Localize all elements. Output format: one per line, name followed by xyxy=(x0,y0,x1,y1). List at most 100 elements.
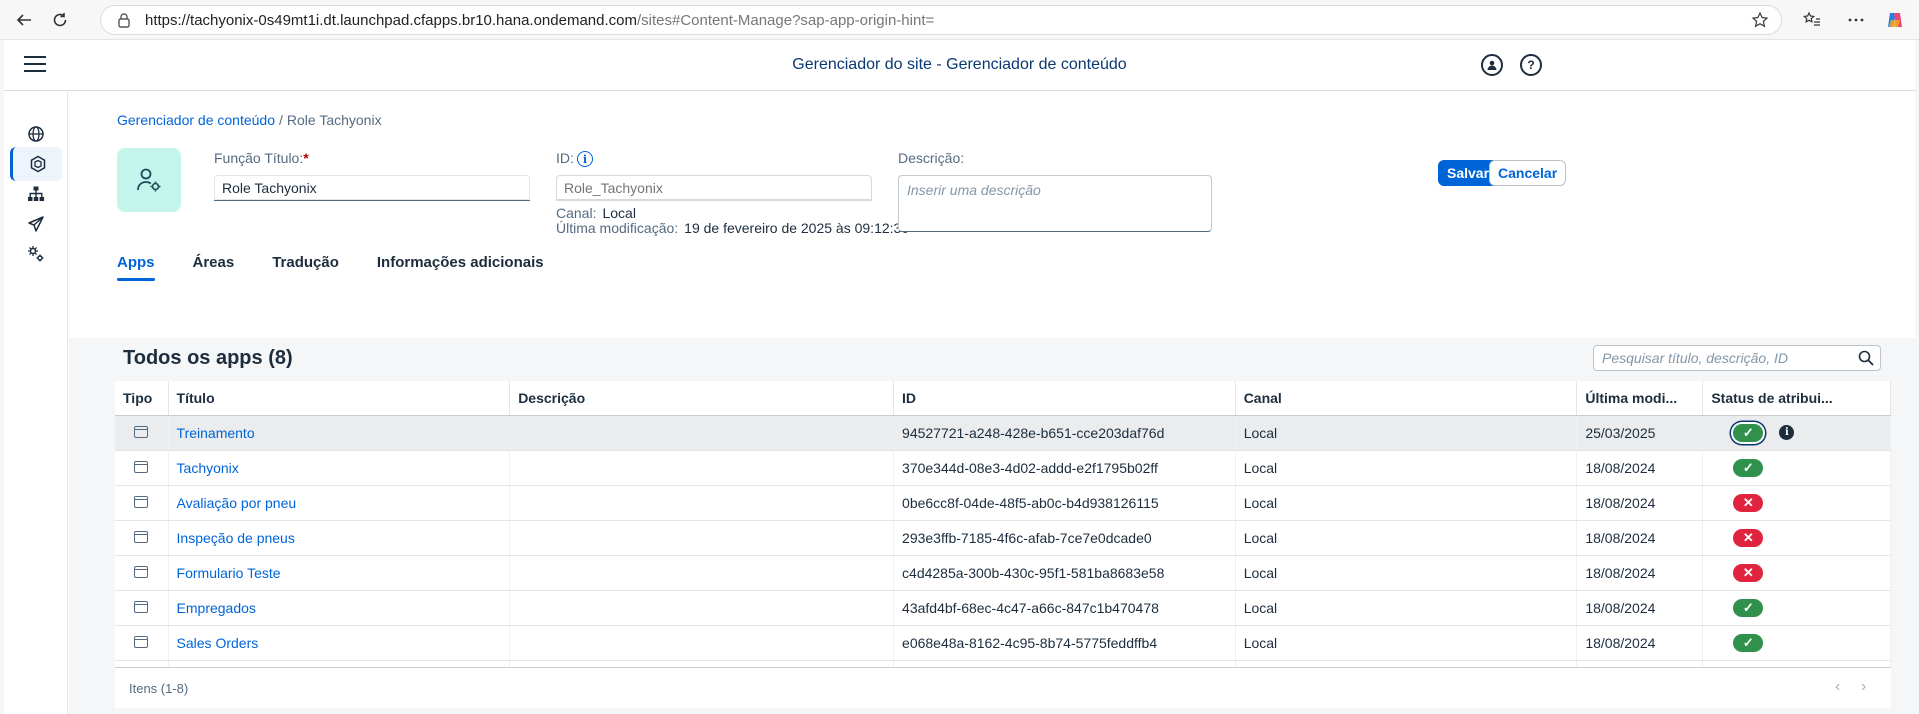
send-icon xyxy=(28,216,44,232)
back-arrow-icon[interactable] xyxy=(12,8,36,32)
next-page-icon[interactable]: › xyxy=(1861,678,1866,696)
table-row[interactable]: Formulario Teste c4d4285a-300b-430c-95f1… xyxy=(115,555,1891,591)
title-label: Função Título:* xyxy=(214,150,309,166)
column-header-channel[interactable]: Canal xyxy=(1235,381,1578,416)
app-type-icon xyxy=(134,425,149,438)
app-description xyxy=(509,625,895,661)
copilot-icon[interactable] xyxy=(1883,8,1907,32)
content-area: Gerenciador de conteúdo / Role Tachyonix F… xyxy=(69,92,1915,714)
table-row[interactable]: Inspeção de pneus 293e3ffb-7185-4f6c-afa… xyxy=(115,520,1891,556)
favorite-star-icon[interactable] xyxy=(1751,11,1769,29)
column-header-status[interactable]: Status de atribui... xyxy=(1702,381,1891,416)
tab-translation[interactable]: Tradução xyxy=(272,254,339,281)
table-row[interactable]: Sales Orders e068e48a-8162-4c95-8b74-577… xyxy=(115,625,1891,661)
table-header-row: Tipo Título Descrição ID Canal Última mo… xyxy=(115,381,1891,416)
status-info-icon[interactable]: i xyxy=(1779,425,1795,441)
tab-apps[interactable]: Apps xyxy=(117,254,155,281)
side-item-provider-manager[interactable] xyxy=(10,177,62,211)
channel-meta: Canal: Local xyxy=(556,205,636,221)
app-type-icon xyxy=(134,530,149,543)
app-channel: Local xyxy=(1235,450,1578,486)
channel-value: Local xyxy=(602,205,636,221)
app-title-link[interactable]: Formulario Teste xyxy=(168,555,511,591)
assignment-toggle-off[interactable]: ✕ xyxy=(1733,493,1764,512)
previous-page-icon[interactable]: ‹ xyxy=(1835,678,1840,696)
app-title-link[interactable]: Avaliação por pneu xyxy=(168,485,511,521)
app-description xyxy=(509,485,895,521)
tab-areas[interactable]: Áreas xyxy=(193,254,235,281)
column-header-description[interactable]: Descrição xyxy=(509,381,895,416)
app-channel: Local xyxy=(1235,590,1578,626)
column-header-type[interactable]: Tipo xyxy=(115,381,169,416)
description-textarea[interactable]: Inserir uma descrição xyxy=(898,175,1212,232)
app-modified: 18/08/2024 xyxy=(1576,520,1704,556)
app-description xyxy=(509,555,895,591)
table-row[interactable]: Tachyonix 370e344d-08e3-4d02-addd-e2f179… xyxy=(115,450,1891,486)
column-header-id[interactable]: ID xyxy=(893,381,1236,416)
tab-additional-info[interactable]: Informações adicionais xyxy=(377,254,544,281)
cancel-button[interactable]: Cancelar xyxy=(1489,160,1567,186)
assignment-toggle-on[interactable]: ✓ xyxy=(1733,598,1764,617)
column-header-title[interactable]: Título xyxy=(168,381,511,416)
table-row[interactable]: Avaliação por pneu 0be6cc8f-04de-48f5-ab… xyxy=(115,485,1891,521)
url-path: /sites#Content-Manage?sap-app-origin-hin… xyxy=(636,11,935,29)
assignment-toggle-on[interactable]: ✓ xyxy=(1733,633,1764,652)
role-user-icon xyxy=(137,168,161,192)
table-row[interactable]: Treinamento 94527721-a248-428e-b651-cce2… xyxy=(115,415,1891,451)
assignment-toggle-on[interactable]: ✓ xyxy=(1733,458,1764,477)
role-id-input[interactable] xyxy=(556,175,872,201)
app-title-link[interactable]: Sales Orders xyxy=(168,625,511,661)
app-type-icon xyxy=(134,600,149,613)
app-id: e068e48a-8162-4c95-8b74-5775feddffb4 xyxy=(893,625,1236,661)
app-id: 0be6cc8f-04de-48f5-ab0c-b4d938126115 xyxy=(893,485,1236,521)
app-channel: Local xyxy=(1235,520,1578,556)
more-options-icon[interactable] xyxy=(1844,8,1868,32)
app-title-link[interactable]: Tachyonix xyxy=(168,450,511,486)
app-channel: Local xyxy=(1235,485,1578,521)
app-modified: 18/08/2024 xyxy=(1576,485,1704,521)
user-profile-icon[interactable] xyxy=(1481,54,1503,76)
address-bar[interactable]: https://tachyonix-0s49mt1i.dt.launchpad.… xyxy=(100,5,1782,35)
id-info-icon[interactable]: i xyxy=(577,151,593,167)
apps-search-input[interactable]: Pesquisar título, descrição, ID xyxy=(1593,345,1881,371)
assignment-toggle-off[interactable]: ✕ xyxy=(1733,528,1764,547)
app-description xyxy=(509,520,895,556)
shell-title: Gerenciador do site - Gerenciador de con… xyxy=(792,56,1127,73)
app-title-link[interactable]: Empregados xyxy=(168,590,511,626)
app-modified: 25/03/2025 xyxy=(1576,415,1704,451)
app-type-icon xyxy=(134,495,149,508)
app-id: c4d4285a-300b-430c-95f1-581ba8683e58 xyxy=(893,555,1236,591)
side-item-sites[interactable] xyxy=(10,117,62,151)
search-icon[interactable] xyxy=(1858,350,1874,366)
table-footer: Itens (1-8) ‹ › xyxy=(115,667,1891,708)
app-title-link[interactable]: Treinamento xyxy=(168,415,511,451)
side-item-channel-manager[interactable] xyxy=(10,207,62,241)
app-title-link[interactable]: Inspeção de pneus xyxy=(168,520,511,556)
description-label: Descrição: xyxy=(898,150,965,166)
reload-icon[interactable] xyxy=(48,8,72,32)
app-modified: 18/08/2024 xyxy=(1576,590,1704,626)
app-type-icon xyxy=(134,565,149,578)
favorites-list-icon[interactable] xyxy=(1800,8,1824,32)
app-id: 94527721-a248-428e-b651-cce203daf76d xyxy=(893,415,1236,451)
role-title-input[interactable] xyxy=(214,175,530,201)
app-channel: Local xyxy=(1235,625,1578,661)
breadcrumb-current: Role Tachyonix xyxy=(286,112,382,128)
launchpad-shell: Gerenciador do site - Gerenciador de con… xyxy=(4,40,1915,714)
column-header-modified[interactable]: Última modi... xyxy=(1576,381,1704,416)
apps-table: Tipo Título Descrição ID Canal Última mo… xyxy=(115,381,1891,696)
id-label: ID: xyxy=(556,150,574,166)
site-info-icon[interactable] xyxy=(117,12,131,28)
app-id: 293e3ffb-7185-4f6c-afab-7ce7e0dcade0 xyxy=(893,520,1236,556)
breadcrumb-separator: / xyxy=(279,112,283,128)
table-row[interactable]: Empregados 43afd4bf-68ec-4c47-a66c-847c1… xyxy=(115,590,1891,626)
assignment-toggle-on[interactable]: ✓ xyxy=(1733,423,1764,442)
side-item-settings[interactable] xyxy=(10,237,62,271)
help-icon[interactable]: ? xyxy=(1520,54,1542,76)
app-modified: 18/08/2024 xyxy=(1576,450,1704,486)
side-item-content-manager[interactable] xyxy=(10,147,62,181)
breadcrumb-link-content-manager[interactable]: Gerenciador de conteúdo xyxy=(117,112,275,128)
required-marker: * xyxy=(303,150,309,166)
assignment-toggle-off[interactable]: ✕ xyxy=(1733,563,1764,582)
app-description xyxy=(509,450,895,486)
